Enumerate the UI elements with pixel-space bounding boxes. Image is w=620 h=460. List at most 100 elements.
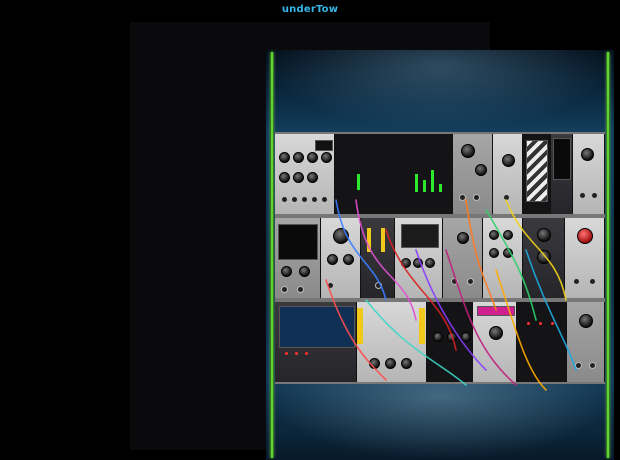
knob[interactable] [579,314,593,328]
knob[interactable] [502,154,515,167]
jack[interactable] [579,192,586,199]
module-step-sequencer[interactable] [275,302,357,382]
jack[interactable] [375,282,382,289]
module-output-mixer[interactable] [567,302,605,382]
knob[interactable] [307,152,318,163]
module-clock-sequencer[interactable] [275,134,335,214]
led [551,322,554,325]
module-reverb[interactable] [565,218,605,298]
level-meter [415,174,418,192]
module-filter[interactable] [321,218,361,298]
knob[interactable] [343,254,354,265]
knob[interactable] [299,266,310,277]
module-drum[interactable] [473,302,517,382]
jack[interactable] [451,278,458,285]
module-adsr[interactable] [395,218,443,298]
slider-yellow[interactable] [381,228,385,252]
knob[interactable] [279,172,290,183]
knob[interactable] [457,232,469,244]
module-scope[interactable] [523,134,551,214]
jack[interactable] [297,286,304,293]
jack[interactable] [281,286,288,293]
knob[interactable] [327,254,338,265]
module-output[interactable] [573,134,605,214]
slider-yellow[interactable] [419,308,425,344]
jack[interactable] [311,196,318,203]
jack[interactable] [573,278,580,285]
module-sequencer[interactable] [483,218,523,298]
knob[interactable] [333,228,349,244]
knob[interactable] [475,164,487,176]
jack[interactable] [591,192,598,199]
knob[interactable] [279,152,290,163]
module-voltage-controlled-mixer[interactable] [357,302,427,382]
led [539,322,542,325]
jack[interactable] [589,278,596,285]
knob[interactable] [489,326,503,340]
jack[interactable] [321,196,328,203]
level-meter [357,174,360,190]
module-quantizer[interactable] [443,218,483,298]
module-granular[interactable] [427,302,473,382]
rack-window [130,22,614,460]
module-matrix[interactable] [517,302,567,382]
red-knob[interactable] [577,228,593,244]
slider-yellow[interactable] [367,228,371,252]
jack[interactable] [575,362,582,369]
knob[interactable] [461,144,475,158]
jack[interactable] [589,362,596,369]
jack[interactable] [473,194,480,201]
patch-title: underTow [281,4,339,15]
jack[interactable] [503,194,510,201]
knob[interactable] [401,358,412,369]
module-utility[interactable] [493,134,523,214]
jack[interactable] [467,278,474,285]
module-delay[interactable] [523,218,565,298]
rack-row-2 [275,216,605,300]
knob[interactable] [489,248,499,258]
slider-yellow[interactable] [357,308,363,344]
text-display [553,138,571,180]
knob[interactable] [489,230,499,240]
rack-row-3 [275,300,605,384]
module-lfo[interactable] [275,218,321,298]
knob[interactable] [413,258,423,268]
scope-display [526,140,548,202]
knob[interactable] [425,258,435,268]
module-rack[interactable] [266,50,614,460]
left-rack-rail [270,52,274,458]
right-rack-rail [606,52,610,458]
background-surface-glow [266,50,614,130]
knob[interactable] [461,332,471,342]
knob[interactable] [321,152,332,163]
knob[interactable] [385,358,396,369]
jack[interactable] [291,196,298,203]
led [295,352,298,355]
level-meter [439,184,442,192]
knob[interactable] [503,230,513,240]
module-vca[interactable] [453,134,493,214]
knob[interactable] [369,358,380,369]
led [305,352,308,355]
knob[interactable] [281,266,292,277]
knob[interactable] [401,258,411,268]
knob[interactable] [293,152,304,163]
envelope-display [401,224,439,248]
module-mixer[interactable] [335,134,453,214]
knob[interactable] [537,250,551,264]
knob[interactable] [447,332,457,342]
knob[interactable] [581,148,594,161]
knob[interactable] [537,228,551,242]
jack[interactable] [301,196,308,203]
knob[interactable] [433,332,443,342]
led [527,322,530,325]
jack[interactable] [327,282,334,289]
module-envelope[interactable] [361,218,395,298]
knob[interactable] [307,172,318,183]
jack[interactable] [459,194,466,201]
knob[interactable] [293,172,304,183]
step-grid [279,306,355,348]
jack[interactable] [281,196,288,203]
module-display[interactable] [551,134,573,214]
knob[interactable] [503,248,513,258]
